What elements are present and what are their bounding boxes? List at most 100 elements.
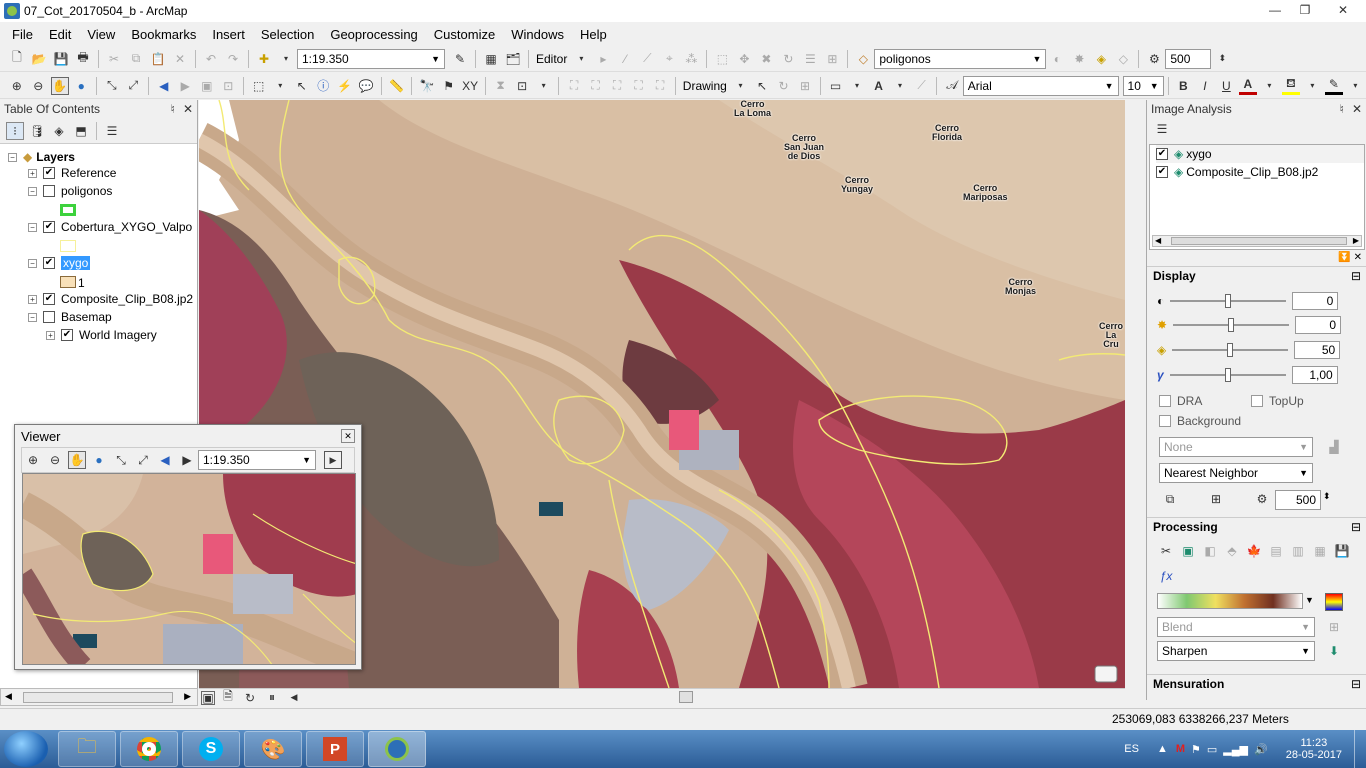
cut-polygon-icon[interactable]: ✥	[735, 50, 753, 68]
ia-collapse-icons[interactable]: ⏬ ✕	[1338, 252, 1362, 263]
hyperlink-icon[interactable]: ⚡	[336, 77, 354, 95]
toc-options-icon[interactable]: ☰	[103, 122, 121, 140]
background-checkbox[interactable]	[1159, 415, 1171, 427]
resample-scale-value[interactable]: 500	[1275, 490, 1321, 510]
cobertura-legend-symbol[interactable]	[60, 240, 76, 252]
brightness-value[interactable]: 0	[1295, 316, 1342, 334]
resampling-dropdown[interactable]: Nearest Neighbor ▼	[1159, 463, 1313, 483]
cut-icon[interactable]: ✂	[105, 50, 123, 68]
refresh-icon[interactable]: ↻	[241, 689, 259, 707]
select-elements-icon[interactable]: ↖	[293, 77, 311, 95]
toc-item-xygo[interactable]: − ✔ xygo	[28, 254, 91, 272]
layout-view-icon[interactable]: 🗎	[219, 689, 237, 707]
stretch-dropdown[interactable]: None ▼	[1159, 437, 1313, 457]
attributes-icon[interactable]: ☰	[801, 50, 819, 68]
viewer-map[interactable]	[22, 473, 356, 665]
fill-color-icon[interactable]: ⛾	[1282, 76, 1300, 95]
transparency-slider[interactable]: ◈ 50	[1157, 339, 1341, 361]
viewer-window-icon[interactable]: ⊡	[513, 77, 531, 95]
straight-segment-icon[interactable]: ⟋	[638, 50, 656, 68]
skype-icon[interactable]: S	[182, 731, 240, 767]
menu-windows[interactable]: Windows	[503, 27, 572, 42]
blend-icon[interactable]: ⊞	[1325, 618, 1343, 636]
paint-icon[interactable]: 🎨	[244, 731, 302, 767]
editor-toolbar-icon[interactable]: ✎	[451, 50, 469, 68]
swipe-icon[interactable]: ◇	[1114, 50, 1132, 68]
bold-button[interactable]: B	[1175, 77, 1193, 95]
draw-select-icon[interactable]: ↖	[753, 77, 771, 95]
export-icon[interactable]: ⊞	[1207, 490, 1225, 508]
transparency-slider-thumb[interactable]	[1227, 343, 1234, 357]
split-icon[interactable]: ✖	[757, 50, 775, 68]
file-explorer-icon[interactable]: 🗀	[58, 731, 116, 767]
clear-icon[interactable]: ⊡	[219, 77, 237, 95]
georef-4-icon[interactable]: ⛶	[630, 77, 648, 95]
sketch-props-icon[interactable]: ⊞	[823, 50, 841, 68]
redo-icon[interactable]: ↷	[224, 50, 242, 68]
add-data-icon[interactable]: ✚	[255, 50, 273, 68]
georef-5-icon[interactable]: ⛶	[651, 77, 669, 95]
language-indicator[interactable]: ES	[1124, 743, 1139, 755]
blend-dropdown[interactable]: Blend ▼	[1157, 617, 1315, 637]
viewer-window[interactable]: Viewer ✕ ⊕ ⊖ ✋ ● ⤡ ⤢ ◀ ▶ 1:19.350 ▼ ▶	[14, 424, 362, 670]
brightness-slider-thumb[interactable]	[1228, 318, 1235, 332]
clock[interactable]: 11:23 28-05-2017	[1286, 737, 1342, 761]
toc-pin-icon[interactable]: ♮	[171, 102, 175, 116]
forward-arrow-icon[interactable]: ▶	[176, 77, 194, 95]
gamma-slider-thumb[interactable]	[1224, 368, 1231, 382]
network-signal-icon[interactable]: ▂▄▆	[1223, 743, 1248, 756]
contrast-slider[interactable]: ◐ 0	[1157, 290, 1339, 312]
viewer-zoom-in-icon[interactable]: ⊕	[24, 451, 42, 469]
display-section-header[interactable]: Display ⊟	[1147, 266, 1366, 284]
brightness-icon[interactable]: ✸	[1070, 50, 1088, 68]
viewer-fixed-zoom-in-icon[interactable]: ⤡	[112, 451, 130, 469]
measure-icon[interactable]: 📏	[388, 77, 406, 95]
viewer-pan-icon[interactable]: ✋	[68, 451, 86, 469]
transparency-value[interactable]: 50	[1294, 341, 1341, 359]
ndvi-icon[interactable]: 🍁	[1245, 542, 1263, 560]
dra-checkbox[interactable]	[1159, 395, 1171, 407]
menu-view[interactable]: View	[79, 27, 123, 42]
edit-tool-icon[interactable]: ▸	[594, 50, 612, 68]
viewer-scale-combo[interactable]: 1:19.350 ▼	[198, 450, 316, 470]
background-option[interactable]: Background	[1159, 412, 1241, 430]
collapse-icon[interactable]: −	[28, 258, 37, 268]
resample-icon[interactable]: ⚙	[1145, 50, 1163, 68]
contrast-slider-thumb[interactable]	[1225, 294, 1232, 308]
add-function-icon[interactable]: ⧉	[1161, 490, 1179, 508]
goto-xy-icon[interactable]: XY	[461, 77, 479, 95]
list-by-selection-icon[interactable]: ⬒	[72, 122, 90, 140]
menu-file[interactable]: File	[4, 27, 41, 42]
copy-icon[interactable]: ⧉	[127, 50, 145, 68]
layer-visibility-checkbox[interactable]	[43, 185, 55, 197]
collapse-icon[interactable]: −	[8, 152, 17, 162]
select-features-icon[interactable]: ⬚	[250, 77, 268, 95]
brightness-slider[interactable]: ✸ 0	[1157, 314, 1342, 336]
data-view-icon[interactable]: ▣	[201, 690, 215, 705]
ia-options-icon[interactable]: ☰	[1153, 120, 1171, 138]
identify-icon[interactable]: ⓘ	[314, 77, 332, 95]
toc-item-world-imagery[interactable]: + ✔ World Imagery	[46, 326, 157, 344]
show-desktop-button[interactable]	[1354, 730, 1366, 768]
mosaic-icon[interactable]: ◧	[1201, 542, 1219, 560]
new-document-icon[interactable]: 🗋	[8, 50, 26, 68]
font-size-combo[interactable]: 10 ▼	[1122, 75, 1164, 96]
processing-section-header[interactable]: Processing ⊟	[1147, 517, 1366, 535]
gamma-value[interactable]: 1,00	[1291, 366, 1338, 384]
layer-visibility-checkbox[interactable]: ✔	[43, 221, 55, 233]
layer-visibility-checkbox[interactable]: ✔	[43, 257, 55, 269]
back-arrow-icon[interactable]: ◀	[155, 77, 173, 95]
viewer-forward-icon[interactable]: ▶	[178, 451, 196, 469]
text-tool-icon[interactable]: A	[870, 77, 888, 95]
contrast-value[interactable]: 0	[1292, 292, 1339, 310]
start-button-icon[interactable]	[4, 731, 48, 767]
toc-item-composite[interactable]: + ✔ Composite_Clip_B08.jp2	[28, 290, 193, 308]
viewer-fixed-zoom-out-icon[interactable]: ⤢	[134, 451, 152, 469]
maximize-button[interactable]: ❐	[1290, 0, 1320, 20]
viewer-map-image[interactable]	[23, 474, 356, 665]
pan-hand-icon[interactable]: ✋	[51, 76, 69, 95]
list-by-source-icon[interactable]: 🛢	[28, 122, 46, 140]
html-popup-icon[interactable]: 💬	[357, 77, 375, 95]
orthorectify-icon[interactable]: ▥	[1289, 542, 1307, 560]
toc-close-icon[interactable]: ✕	[183, 102, 193, 116]
